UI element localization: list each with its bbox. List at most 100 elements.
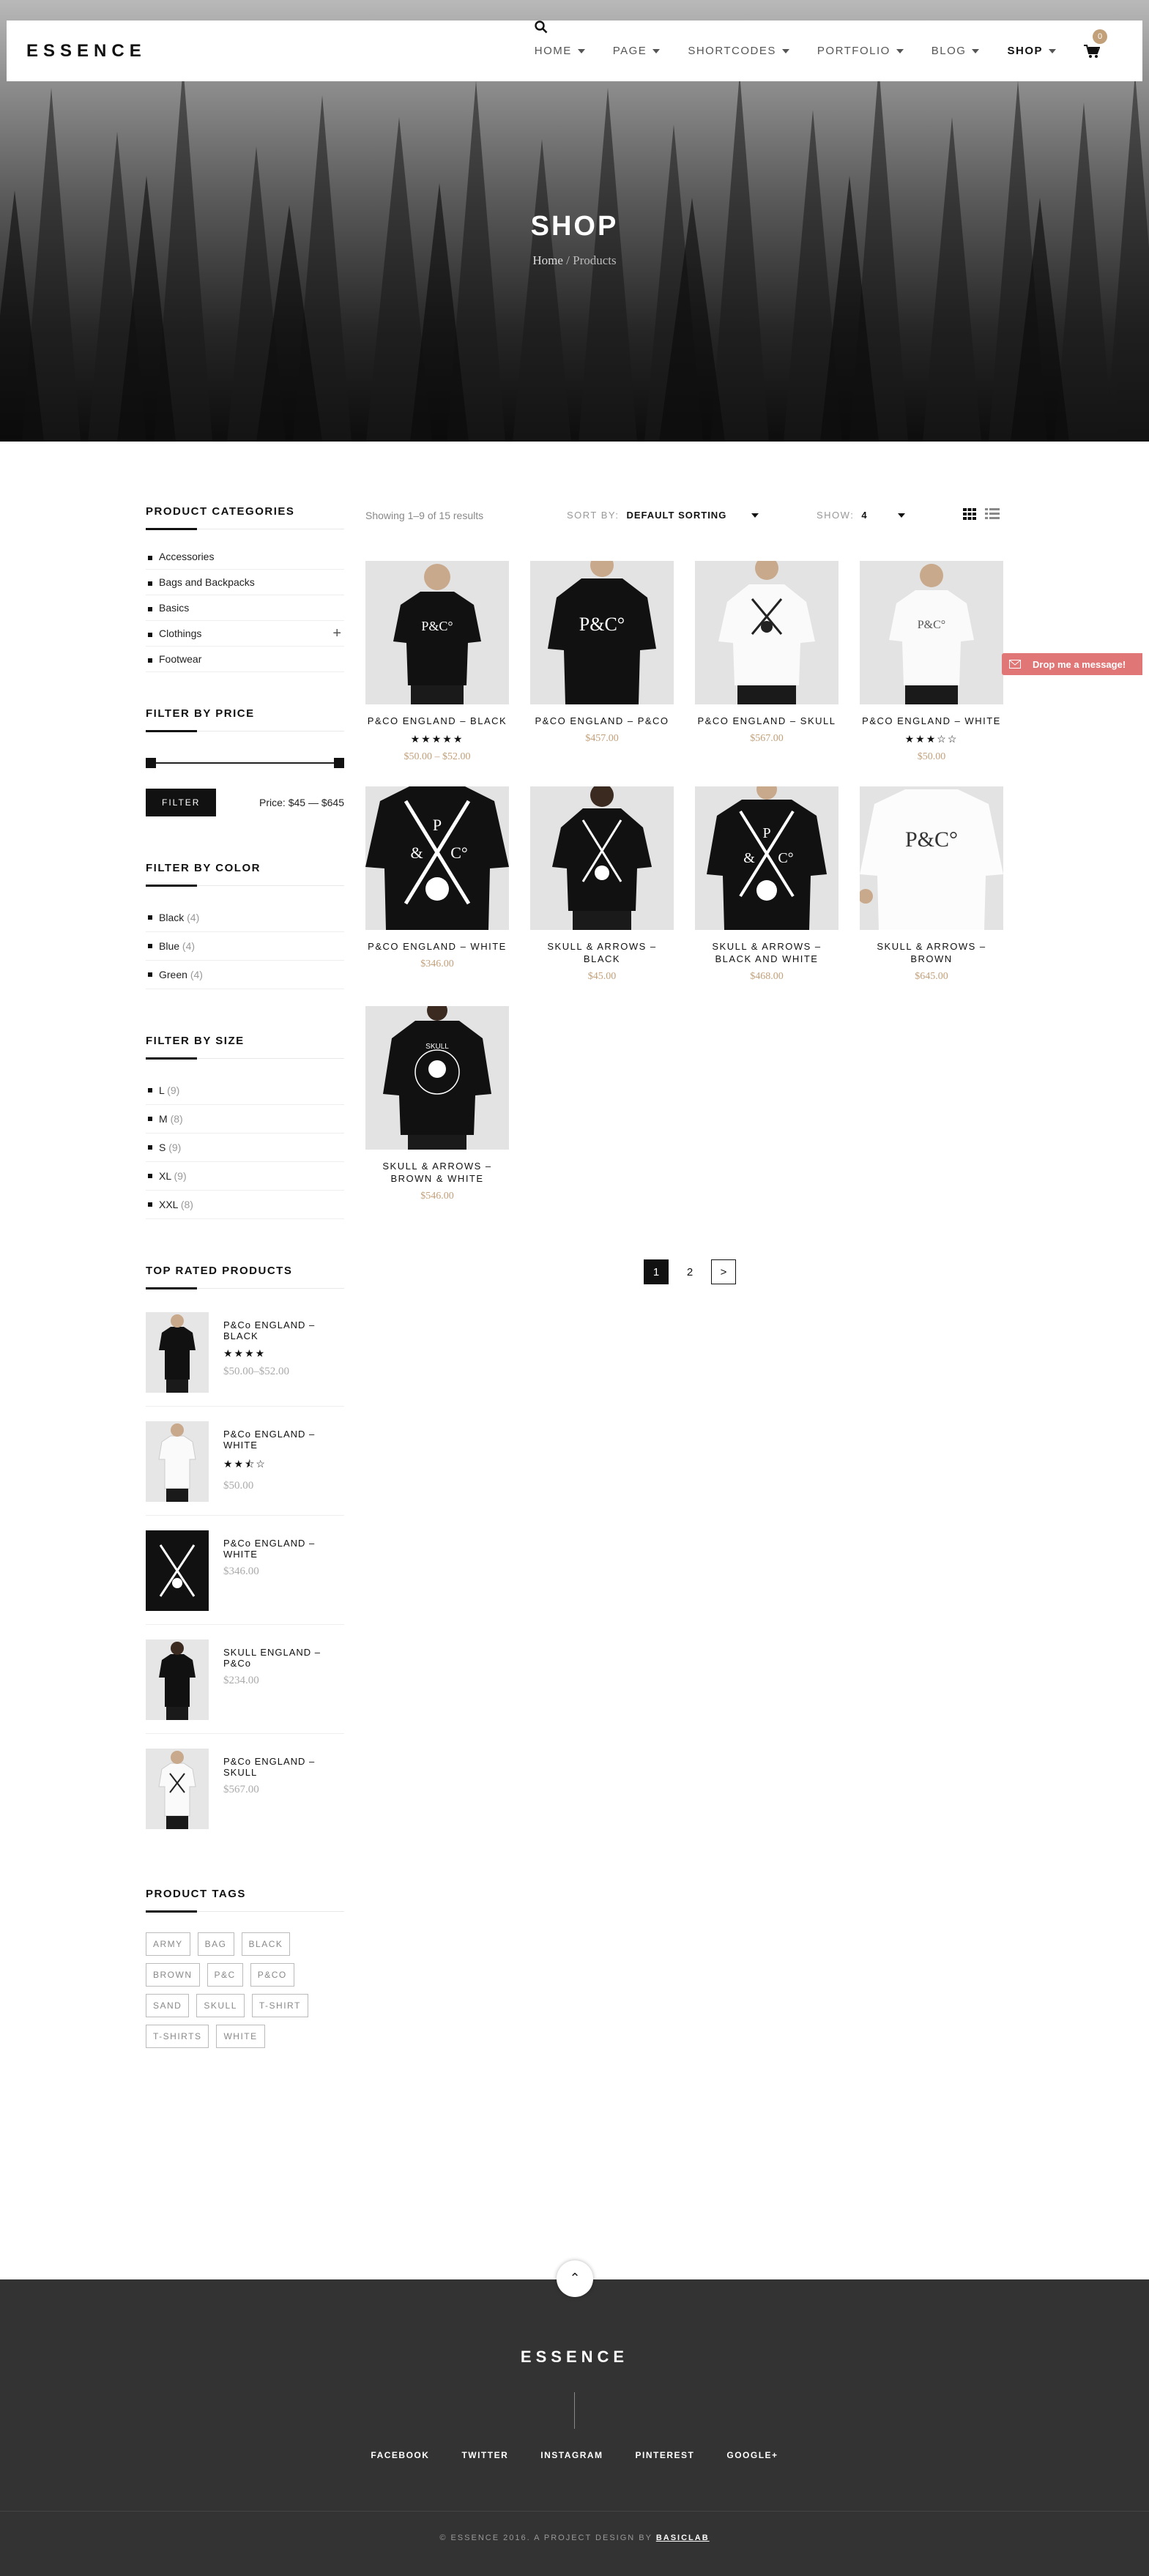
footer-logo[interactable]: ESSENCE xyxy=(0,2348,1149,2367)
star-rating: ★★★★★ xyxy=(410,733,464,745)
product-name[interactable]: P&Co ENGLAND – WHITE xyxy=(223,1538,344,1560)
product-name[interactable]: SKULL ENGLAND – P&Co xyxy=(223,1647,344,1669)
product-name[interactable]: SKULL & ARROWS – BROWN & WHITE xyxy=(365,1160,509,1185)
social-link-twitter[interactable]: TWITTER xyxy=(461,2450,508,2460)
page-1-button[interactable]: 1 xyxy=(644,1259,669,1284)
product-card[interactable]: SKULL & ARROWS – BLACK $45.00 xyxy=(530,786,674,983)
tag-link[interactable]: WHITE xyxy=(216,2025,265,2048)
show-select[interactable]: SHOW: 4 xyxy=(817,510,906,521)
product-card[interactable]: P & C° P&CO ENGLAND – WHITE $346.00 xyxy=(365,786,509,970)
product-card[interactable]: P&C° P&CO ENGLAND – P&CO $457.00 xyxy=(530,561,674,745)
tag-link[interactable]: P&CO xyxy=(250,1963,294,1987)
size-item[interactable]: S (9) xyxy=(146,1133,344,1162)
breadcrumb-home[interactable]: Home xyxy=(532,253,563,267)
product-image[interactable]: P&C° xyxy=(530,561,674,704)
chat-widget-button[interactable]: Drop me a message! xyxy=(1002,653,1142,675)
page-2-button[interactable]: 2 xyxy=(677,1259,702,1284)
nav-item-page[interactable]: PAGE xyxy=(613,45,661,57)
category-item[interactable]: Accessories xyxy=(146,544,344,570)
product-image[interactable]: SKULL xyxy=(365,1006,509,1150)
product-name[interactable]: P&CO ENGLAND – WHITE xyxy=(365,940,509,953)
product-image[interactable] xyxy=(530,786,674,930)
product-thumbnail[interactable] xyxy=(146,1639,209,1720)
back-to-top-button[interactable]: ⌃ xyxy=(557,2260,593,2297)
category-item-clothings[interactable]: Clothings + xyxy=(146,621,344,647)
expand-icon[interactable]: + xyxy=(332,625,341,642)
top-rated-item[interactable]: P&Co ENGLAND – WHITE $346.00 xyxy=(146,1516,344,1625)
shop-toolbar: Showing 1–9 of 15 results SORT BY: DEFAU… xyxy=(365,505,1003,527)
top-rated-item[interactable]: P&Co ENGLAND – SKULL $567.00 xyxy=(146,1734,344,1842)
product-name[interactable]: SKULL & ARROWS – BROWN xyxy=(860,940,1003,965)
slider-max-handle[interactable] xyxy=(334,758,344,768)
top-rated-item[interactable]: SKULL ENGLAND – P&Co $234.00 xyxy=(146,1625,344,1734)
product-thumbnail[interactable] xyxy=(146,1530,209,1611)
nav-item-home[interactable]: HOME xyxy=(535,45,585,57)
tag-link[interactable]: BROWN xyxy=(146,1963,200,1987)
color-item[interactable]: Blue (4) xyxy=(146,932,344,961)
product-card[interactable]: P&C° P&CO ENGLAND – WHITE ★★★☆☆ $50.00 xyxy=(860,561,1003,763)
tag-link[interactable]: SAND xyxy=(146,1994,190,2017)
product-card[interactable]: P & C° SKULL & ARROWS – BLACK AND WHITE $4… xyxy=(695,786,838,983)
tshirt-black-back-image xyxy=(159,1642,196,1720)
product-name[interactable]: P&CO ENGLAND – BLACK xyxy=(365,715,509,727)
social-link-pinterest[interactable]: PINTEREST xyxy=(636,2450,695,2460)
category-item[interactable]: Basics xyxy=(146,595,344,621)
product-image[interactable]: P&C° xyxy=(860,561,1003,704)
product-name[interactable]: P&Co ENGLAND – WHITE xyxy=(223,1429,344,1451)
tag-link[interactable]: T-SHIRTS xyxy=(146,2025,209,2048)
color-item[interactable]: Black (4) xyxy=(146,904,344,932)
product-name[interactable]: SKULL & ARROWS – BLACK xyxy=(530,940,674,965)
size-item[interactable]: XL (9) xyxy=(146,1162,344,1191)
tag-link[interactable]: SKULL xyxy=(196,1994,245,2017)
nav-item-shortcodes[interactable]: SHORTCODES xyxy=(688,45,789,57)
product-image[interactable] xyxy=(695,561,838,704)
product-image[interactable]: P&C° xyxy=(695,786,838,930)
tag-link[interactable]: P&C xyxy=(207,1963,243,1987)
social-link-instagram[interactable]: INSTAGRAM xyxy=(540,2450,603,2460)
product-name[interactable]: SKULL & ARROWS – BLACK AND WHITE xyxy=(695,940,838,965)
product-card[interactable]: P&CO ENGLAND – SKULL $567.00 xyxy=(695,561,838,745)
product-name[interactable]: P&Co ENGLAND – SKULL xyxy=(223,1756,344,1778)
product-image[interactable]: P&C° xyxy=(860,786,1003,930)
list-view-button[interactable] xyxy=(985,508,1000,522)
next-page-button[interactable]: > xyxy=(711,1259,736,1284)
nav-item-shop[interactable]: SHOP xyxy=(1007,45,1056,57)
top-rated-item[interactable]: P&Co ENGLAND – WHITE ★★⯪☆ $50.00 xyxy=(146,1407,344,1516)
product-image[interactable]: P&C° xyxy=(365,786,509,930)
tshirt-white-image xyxy=(158,1423,196,1502)
designer-link[interactable]: BASICLAB xyxy=(656,2534,710,2542)
tag-link[interactable]: BAG xyxy=(197,1932,234,1956)
top-rated-item[interactable]: P&Co ENGLAND – BLACK ★★★★ $50.00–$52.00 xyxy=(146,1298,344,1407)
tag-link[interactable]: T-SHIRT xyxy=(251,1994,308,2017)
price-slider[interactable] xyxy=(146,752,344,774)
tag-link[interactable]: ARMY xyxy=(146,1932,190,1956)
category-item[interactable]: Bags and Backpacks xyxy=(146,570,344,595)
cart-button[interactable]: 0 xyxy=(1084,29,1107,59)
site-logo[interactable]: ESSENCE xyxy=(26,41,146,62)
product-thumbnail[interactable] xyxy=(146,1749,209,1829)
size-item[interactable]: M (8) xyxy=(146,1105,344,1133)
product-card[interactable]: P&C° P&CO ENGLAND – BLACK ★★★★★ $50.00 –… xyxy=(365,561,509,763)
size-item[interactable]: L (9) xyxy=(146,1076,344,1105)
category-item[interactable]: Footwear xyxy=(146,647,344,672)
product-image[interactable]: P&C° xyxy=(365,561,509,704)
size-item[interactable]: XXL (8) xyxy=(146,1191,344,1219)
product-name[interactable]: P&Co ENGLAND – BLACK xyxy=(223,1319,344,1341)
nav-item-blog[interactable]: BLOG xyxy=(932,45,980,57)
product-thumbnail[interactable] xyxy=(146,1312,209,1393)
product-thumbnail[interactable] xyxy=(146,1421,209,1502)
color-item[interactable]: Green (4) xyxy=(146,961,344,989)
sort-select[interactable]: SORT BY: DEFAULT SORTING xyxy=(567,510,759,521)
product-name[interactable]: P&CO ENGLAND – WHITE xyxy=(860,715,1003,727)
social-link-googleplus[interactable]: GOOGLE+ xyxy=(726,2450,778,2460)
slider-min-handle[interactable] xyxy=(146,758,156,768)
product-card[interactable]: P&C° SKULL & ARROWS – BROWN $645.00 xyxy=(860,786,1003,983)
tag-link[interactable]: BLACK xyxy=(241,1932,291,1956)
grid-view-button[interactable] xyxy=(963,508,976,522)
nav-item-portfolio[interactable]: PORTFOLIO xyxy=(817,45,904,57)
filter-button[interactable]: FILTER xyxy=(146,789,217,816)
product-card[interactable]: SKULL SKULL & ARROWS – BROWN & WHITE $54… xyxy=(365,1006,509,1202)
product-name[interactable]: P&CO ENGLAND – SKULL xyxy=(695,715,838,727)
product-name[interactable]: P&CO ENGLAND – P&CO xyxy=(530,715,674,727)
social-link-facebook[interactable]: FACEBOOK xyxy=(371,2450,429,2460)
